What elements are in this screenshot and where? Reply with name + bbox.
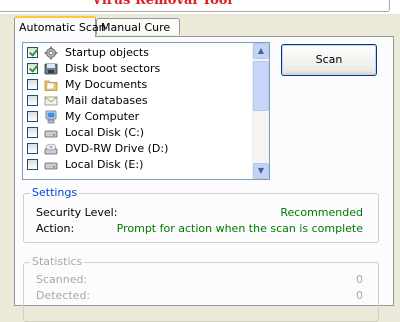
security-level-link[interactable]: Recommended: [280, 206, 363, 220]
checkbox-my-computer[interactable]: [27, 111, 38, 122]
action-link[interactable]: Prompt for action when the scan is compl…: [117, 222, 363, 236]
hard-drive-icon: [44, 162, 58, 170]
list-item-label: Startup objects: [65, 46, 149, 59]
detected-label: Detected:: [36, 289, 91, 302]
list-item-disk-boot-sectors[interactable]: Disk boot sectors: [23, 61, 253, 77]
list-item-dvd-rw-drive-d[interactable]: DVD-RW Drive (D:): [23, 141, 253, 157]
list-item-label: Local Disk (C:): [65, 126, 145, 139]
mail-icon: [44, 96, 58, 106]
list-item-label: My Documents: [65, 78, 148, 91]
scroll-thumb[interactable]: [253, 61, 269, 111]
checkbox-mail-databases[interactable]: [27, 95, 38, 106]
checkbox-disk-boot-sectors[interactable]: [27, 63, 38, 74]
list-item-mail-databases[interactable]: Mail databases: [23, 93, 253, 109]
scan-button[interactable]: Scan: [281, 44, 377, 76]
folder-icon: [44, 80, 58, 91]
checkbox-my-documents[interactable]: [27, 79, 38, 90]
detected-count: 0: [356, 289, 363, 302]
list-item-startup-objects[interactable]: Startup objects: [23, 45, 253, 61]
computer-icon: [45, 110, 57, 124]
chevron-up-icon: ▲: [257, 46, 265, 55]
statistics-group-title: Statistics: [30, 255, 85, 269]
statistics-group: Statistics Scanned: 0 Detected: 0: [23, 255, 379, 322]
header-banner: Virus Removal Tool: [0, 0, 400, 14]
checkbox-local-disk-e[interactable]: [27, 159, 38, 170]
list-item-label: Disk boot sectors: [65, 62, 161, 75]
list-item-label: DVD-RW Drive (D:): [65, 142, 169, 155]
gear-icon: [44, 46, 58, 60]
app-title: Virus Removal Tool: [92, 0, 233, 8]
list-item-label: My Computer: [65, 110, 140, 123]
tab-bar: Automatic Scan Manual Cure: [14, 16, 394, 38]
action-label: Action:: [36, 222, 75, 235]
list-item-label: Mail databases: [65, 94, 148, 107]
chevron-down-icon: ▼: [257, 166, 265, 175]
scroll-up-button[interactable]: ▲: [253, 43, 269, 59]
checkbox-local-disk-c[interactable]: [27, 127, 38, 138]
list-item-my-documents[interactable]: My Documents: [23, 77, 253, 93]
security-level-label: Security Level:: [36, 206, 118, 219]
scanned-count: 0: [356, 273, 363, 286]
tab-automatic-scan[interactable]: Automatic Scan: [14, 16, 106, 37]
settings-group: Settings Security Level: Recommended Act…: [23, 186, 379, 243]
scanned-label: Scanned:: [36, 273, 88, 286]
list-item-label: Local Disk (E:): [65, 158, 144, 171]
scan-objects-list[interactable]: Startup objects Disk boot sectors My Doc…: [22, 42, 270, 180]
list-item-my-computer[interactable]: My Computer: [23, 109, 253, 125]
scroll-down-button[interactable]: ▼: [253, 163, 269, 179]
tab-manual-cure[interactable]: Manual Cure: [96, 18, 180, 35]
hard-drive-icon: [44, 130, 58, 138]
dvd-drive-icon: [44, 143, 58, 155]
list-scrollbar[interactable]: ▲ ▼: [252, 43, 269, 179]
checkbox-startup-objects[interactable]: [27, 47, 38, 58]
settings-group-title: Settings: [30, 186, 80, 200]
disk-boot-icon: [44, 63, 58, 75]
list-item-local-disk-e[interactable]: Local Disk (E:): [23, 157, 253, 173]
list-item-local-disk-c[interactable]: Local Disk (C:): [23, 125, 253, 141]
checkbox-dvd-rw-drive-d[interactable]: [27, 143, 38, 154]
